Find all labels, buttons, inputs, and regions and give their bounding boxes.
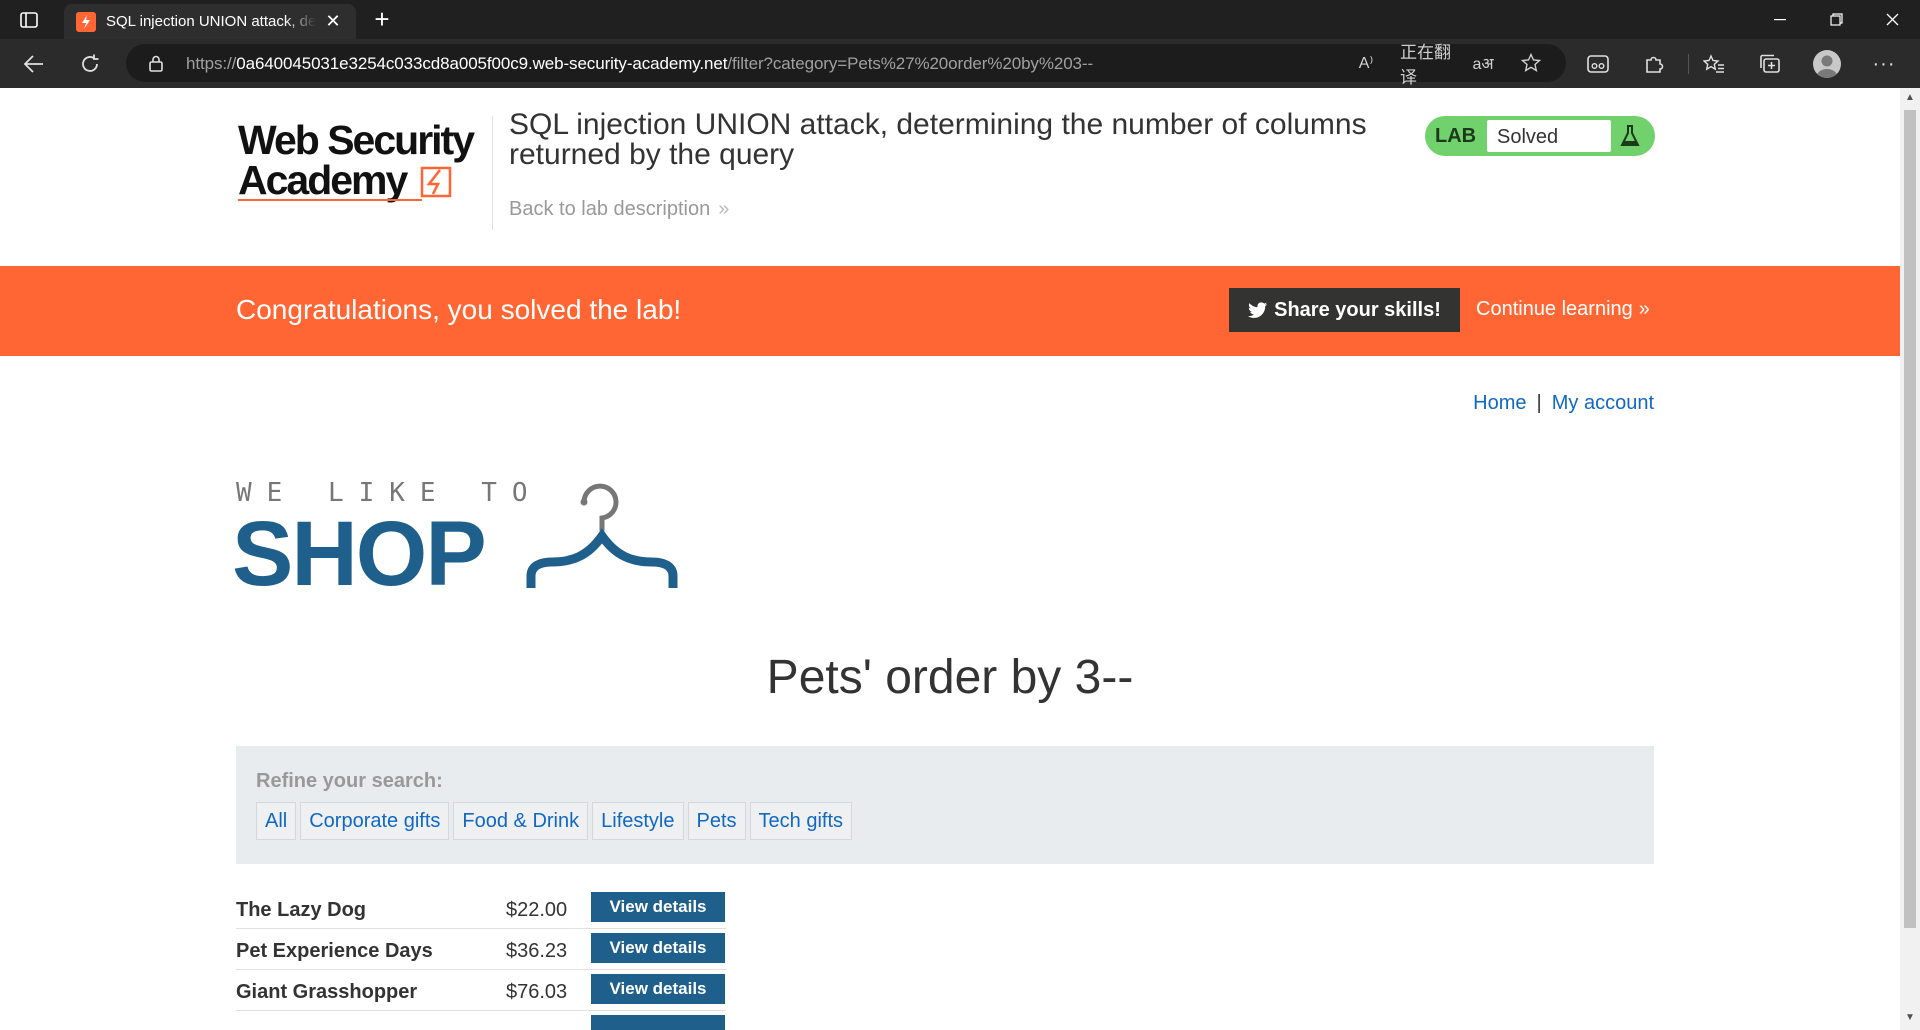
category-link-corporate-gifts[interactable]: Corporate gifts [300, 802, 450, 840]
my-account-link[interactable]: My account [1552, 392, 1654, 414]
tab-actions-icon[interactable] [16, 8, 42, 32]
new-tab-button[interactable]: + [368, 6, 396, 34]
solved-banner: Congratulations, you solved the lab! Sha… [0, 266, 1900, 356]
browser-tab-active[interactable]: SQL injection UNION attack, dete ✕ [64, 4, 356, 39]
category-link-tech-gifts[interactable]: Tech gifts [749, 802, 853, 840]
address-bar[interactable]: https://0a640045031e3254c033cd8a005f00c9… [126, 43, 1566, 87]
favorites-icon[interactable] [1700, 50, 1728, 78]
view-details-button[interactable] [591, 1015, 725, 1030]
hanger-icon [526, 483, 678, 588]
lab-status-label: LAB [1435, 125, 1477, 147]
lab-title: SQL injection UNION attack, determining … [509, 108, 1367, 171]
share-skills-button[interactable]: Share your skills! [1229, 288, 1460, 332]
page-heading: Pets' order by 3-- [766, 651, 1134, 704]
lab-status-box: Solved [1487, 120, 1611, 152]
extensions-icon[interactable] [1640, 50, 1668, 78]
svg-text:Academy: Academy [238, 157, 409, 203]
category-link-lifestyle[interactable]: Lifestyle [592, 802, 684, 840]
twitter-icon [1248, 301, 1268, 318]
back-arrow-icon[interactable] [18, 49, 50, 79]
collections-icon[interactable] [1756, 50, 1784, 78]
view-details-button[interactable]: View details [591, 974, 725, 1004]
flask-icon [1620, 125, 1640, 146]
table-row: The Lazy Dog $22.00 View details [236, 888, 726, 929]
close-window-icon[interactable] [1864, 0, 1920, 39]
browser-tab-bar: SQL injection UNION attack, dete ✕ + [0, 0, 1920, 39]
logo-divider [492, 116, 493, 230]
nav-separator: | [1536, 392, 1542, 414]
refine-search-label: Refine your search: [256, 770, 443, 792]
translate-status: 正在翻译 [1400, 43, 1451, 87]
shop-logo: WE LIKE TO SHOP [232, 478, 678, 605]
filter-panel: Refine your search: All Corporate gifts … [236, 746, 1654, 864]
product-price: $36.23 [506, 940, 568, 962]
minimize-icon[interactable] [1752, 0, 1808, 39]
product-name: The Lazy Dog [236, 899, 367, 921]
back-to-lab-description-link[interactable]: Back to lab description» [509, 198, 729, 221]
lab-header: Web Security Academy SQL injection UNION… [0, 88, 1900, 266]
scroll-up-arrow-icon[interactable]: ▲ [1904, 92, 1916, 104]
category-link-all[interactable]: All [256, 802, 297, 840]
account-nav: Home | My account [1468, 392, 1654, 415]
lab-status-value: Solved [1497, 126, 1559, 148]
lock-icon[interactable] [146, 51, 166, 75]
product-price: $76.03 [506, 981, 568, 1003]
table-row: Giant Grasshopper $76.03 View details [236, 970, 726, 1011]
lab-status-widget: LAB Solved [1425, 116, 1655, 156]
category-link-food-drink[interactable]: Food & Drink [453, 802, 589, 840]
category-filters: All Corporate gifts Food & Drink Lifesty… [256, 802, 856, 840]
view-details-button[interactable]: View details [591, 933, 725, 963]
browser-toolbar: https://0a640045031e3254c033cd8a005f00c9… [0, 39, 1920, 88]
home-link[interactable]: Home [1473, 392, 1526, 414]
page-viewport: Web Security Academy SQL injection UNION… [0, 88, 1900, 1030]
url-text[interactable]: https://0a640045031e3254c033cd8a005f00c9… [186, 54, 1093, 74]
web-security-academy-logo[interactable]: Web Security Academy [236, 114, 492, 214]
continue-learning-link[interactable]: Continue learning» [1476, 298, 1650, 321]
product-name: Giant Grasshopper [236, 981, 418, 1003]
double-chevron-right-icon: » [718, 198, 729, 220]
scroll-down-arrow-icon[interactable]: ▼ [1904, 1012, 1916, 1024]
portswigger-favicon-icon [76, 11, 96, 32]
scrollbar-thumb[interactable] [1904, 110, 1916, 928]
view-details-button[interactable]: View details [591, 892, 725, 922]
category-link-pets[interactable]: Pets [687, 802, 746, 840]
more-menu-icon[interactable]: ··· [1870, 50, 1898, 78]
product-price: $22.00 [506, 899, 568, 921]
table-row: Pet Experience Days $36.23 View details [236, 929, 726, 970]
tab-title: SQL injection UNION attack, dete [106, 13, 316, 30]
double-chevron-right-icon: » [1638, 298, 1650, 320]
product-name: Pet Experience Days [236, 940, 433, 962]
congratulations-message: Congratulations, you solved the lab! [236, 294, 682, 325]
reading-view-icon[interactable] [1584, 50, 1612, 78]
restore-icon[interactable] [1808, 0, 1864, 39]
translate-icon[interactable]: aअ [1470, 51, 1496, 75]
profile-avatar-icon[interactable] [1813, 50, 1841, 78]
tab-close-icon[interactable]: ✕ [322, 11, 344, 32]
read-aloud-icon[interactable]: A⁾ [1352, 51, 1380, 75]
toolbar-separator [1688, 54, 1689, 74]
vertical-scrollbar[interactable]: ▲ ▼ [1900, 88, 1920, 1030]
share-skills-label: Share your skills! [1274, 298, 1441, 321]
product-table: The Lazy Dog $22.00 View details Pet Exp… [236, 888, 726, 1030]
shop-name: SHOP [232, 503, 487, 605]
table-row [236, 1011, 726, 1030]
favorite-star-icon[interactable] [1518, 51, 1544, 75]
reload-icon[interactable] [74, 49, 106, 79]
